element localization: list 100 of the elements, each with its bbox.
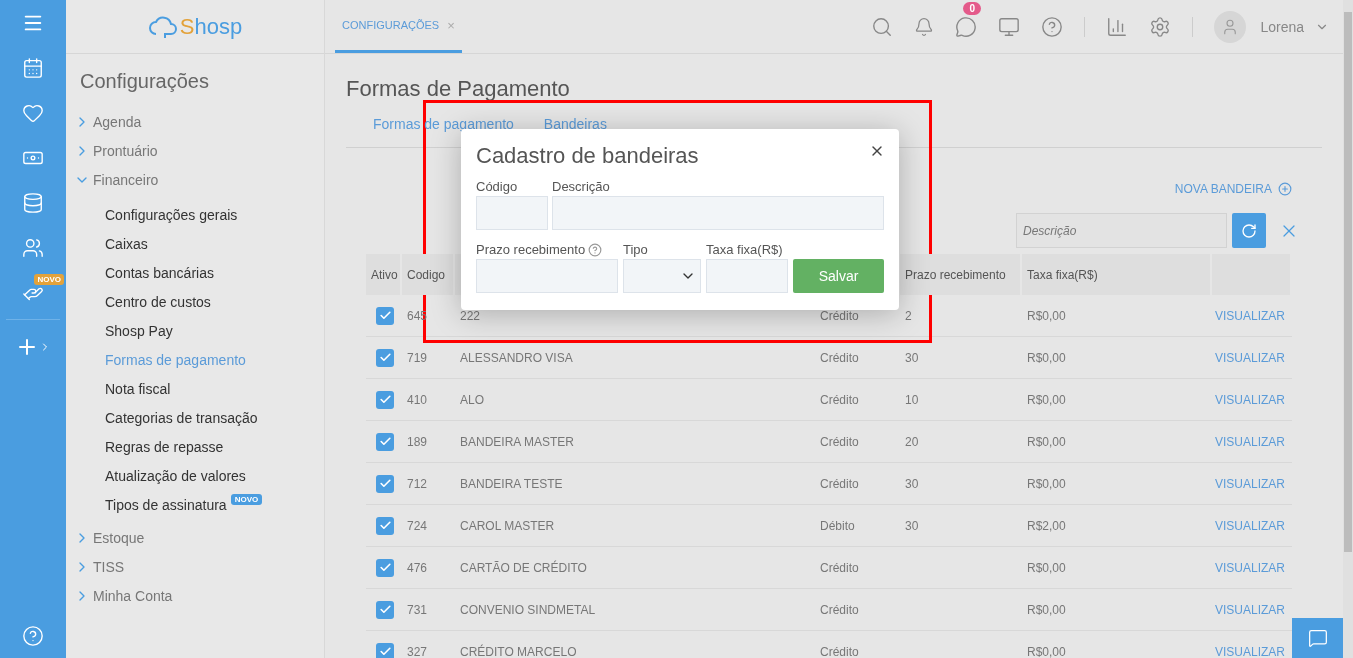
table-cell-text: R$2,00 (1026, 518, 1066, 533)
table-cell-text: 712 (406, 476, 428, 491)
table-cell-text: 724 (406, 518, 428, 533)
table-cell-text: ALESSANDRO VISA (459, 350, 573, 365)
sidebar-item[interactable]: Caixas (66, 229, 324, 258)
sidebar-item[interactable]: Prontuário (66, 136, 324, 165)
tab-close[interactable]: × (447, 17, 455, 33)
column-header: Prazo recebimento (900, 254, 1022, 295)
avatar (1214, 10, 1247, 43)
plus-circle-icon (1278, 182, 1292, 196)
view-link[interactable]: VISUALIZAR (1214, 602, 1292, 617)
bell-icon (914, 16, 935, 37)
input-field[interactable] (476, 196, 548, 230)
page-title: Formas de Pagamento (346, 76, 571, 102)
monitor-button[interactable] (998, 15, 1021, 38)
table-cell-text: 2 (904, 308, 912, 323)
table-cell-text: R$0,00 (1026, 434, 1066, 449)
sidebar-item[interactable]: Agenda (66, 107, 324, 136)
search-field[interactable]: Descrição (1016, 213, 1227, 248)
view-link[interactable]: VISUALIZAR (1214, 434, 1292, 449)
table-cell-text: 30 (904, 476, 919, 491)
table-cell-text: Débito (819, 518, 855, 533)
view-link[interactable]: VISUALIZAR (1214, 392, 1292, 407)
table-cell-text: Crédito (819, 560, 859, 575)
table-cell-text: BANDEIRA TESTE (459, 476, 563, 491)
sidebar-item[interactable]: Categorias de transação (66, 403, 324, 432)
notifications-button[interactable] (914, 16, 935, 37)
view-link[interactable]: VISUALIZAR (1214, 560, 1292, 575)
chat-icon (1307, 628, 1328, 648)
check-icon (378, 309, 392, 322)
sidebar-item[interactable]: TISS (66, 552, 324, 581)
view-link[interactable]: VISUALIZAR (1214, 308, 1292, 323)
sidebar-item[interactable]: Financeiro (66, 165, 324, 194)
sidebar-item[interactable]: Centro de custos (66, 287, 324, 316)
sidebar-item[interactable]: Atualização de valores (66, 461, 324, 490)
checkbox[interactable] (376, 474, 394, 493)
save-button[interactable]: Salvar (793, 259, 884, 293)
messages-button[interactable]: 0 (955, 1, 978, 38)
sidebar-item[interactable]: Minha Conta (66, 581, 324, 610)
table-cell-text: Crédito (819, 350, 859, 365)
sidebar-item[interactable]: Tipos de assinatura NOVO (66, 490, 324, 519)
table-cell-text: R$0,00 (1026, 308, 1066, 323)
checkbox[interactable] (376, 348, 394, 367)
table-cell-text: 30 (904, 350, 919, 365)
table-cell-text: 731 (406, 602, 428, 617)
check-icon (378, 351, 392, 364)
checkbox[interactable] (376, 642, 394, 658)
sidebar-item[interactable]: Shosp Pay (66, 316, 324, 345)
view-link[interactable]: VISUALIZAR (1214, 644, 1292, 658)
rail-button[interactable]: NOVO (0, 270, 66, 315)
table-cell-text: CRÉDITO MARCELO (459, 644, 577, 658)
database-icon (22, 191, 44, 214)
check-icon (378, 519, 392, 532)
check-icon (378, 645, 392, 658)
field-label: Código (476, 178, 518, 196)
checkbox[interactable] (376, 558, 394, 577)
sidebar-item[interactable]: Contas bancárias (66, 258, 324, 287)
input-field[interactable] (552, 196, 884, 230)
sidebar-item[interactable]: Formas de pagamento (66, 345, 324, 374)
chat-button[interactable] (1292, 618, 1343, 658)
checkbox[interactable] (376, 432, 394, 451)
column-header: Taxa fixa(R$) (1022, 254, 1212, 295)
config-tab[interactable]: CONFIGURAÇÕES × (335, 0, 462, 53)
checkbox[interactable] (376, 516, 394, 535)
user-name[interactable]: Lorena (1260, 18, 1304, 35)
checkbox[interactable] (376, 306, 394, 325)
sidebar-item[interactable]: Nota fiscal (66, 374, 324, 403)
view-link[interactable]: VISUALIZAR (1214, 476, 1292, 491)
refresh-button[interactable] (1232, 213, 1266, 248)
view-link[interactable]: VISUALIZAR (1214, 518, 1292, 533)
page-tab[interactable]: Bandeiras (543, 116, 607, 132)
checkbox[interactable] (376, 390, 394, 409)
bar-chart-icon (1106, 15, 1129, 38)
field-label: Prazo recebimento (476, 241, 586, 259)
table-cell-text: BANDEIRA MASTER (459, 434, 575, 449)
help-icon (1041, 15, 1064, 38)
new-badge: NOVO (34, 274, 64, 285)
checkbox[interactable] (376, 600, 394, 619)
field-label: Tipo (623, 241, 648, 259)
table-cell-text: ALO (459, 392, 484, 407)
settings-button[interactable] (1149, 15, 1172, 38)
column-header: Codigo (402, 254, 455, 295)
new-badge: NOVO (230, 494, 263, 505)
input-field[interactable] (706, 259, 788, 293)
refresh-icon (1241, 222, 1257, 239)
reports-button[interactable] (1106, 15, 1129, 38)
help-icon (22, 624, 44, 647)
table-cell-text: 10 (904, 392, 919, 407)
input-field[interactable] (476, 259, 618, 293)
sidebar-item[interactable]: Regras de repasse (66, 432, 324, 461)
table-cell-text: R$0,00 (1026, 392, 1066, 407)
check-icon (378, 393, 392, 406)
sidebar-item[interactable]: Estoque (66, 523, 324, 552)
help-button[interactable] (1041, 15, 1064, 38)
new-flag-link[interactable]: NOVA BANDEIRA (1174, 182, 1272, 196)
logo: Shosp (147, 13, 243, 40)
sidebar-item[interactable]: Configurações gerais (66, 200, 324, 229)
search-button[interactable] (871, 15, 894, 38)
view-link[interactable]: VISUALIZAR (1214, 350, 1292, 365)
monitor-icon (998, 15, 1021, 38)
